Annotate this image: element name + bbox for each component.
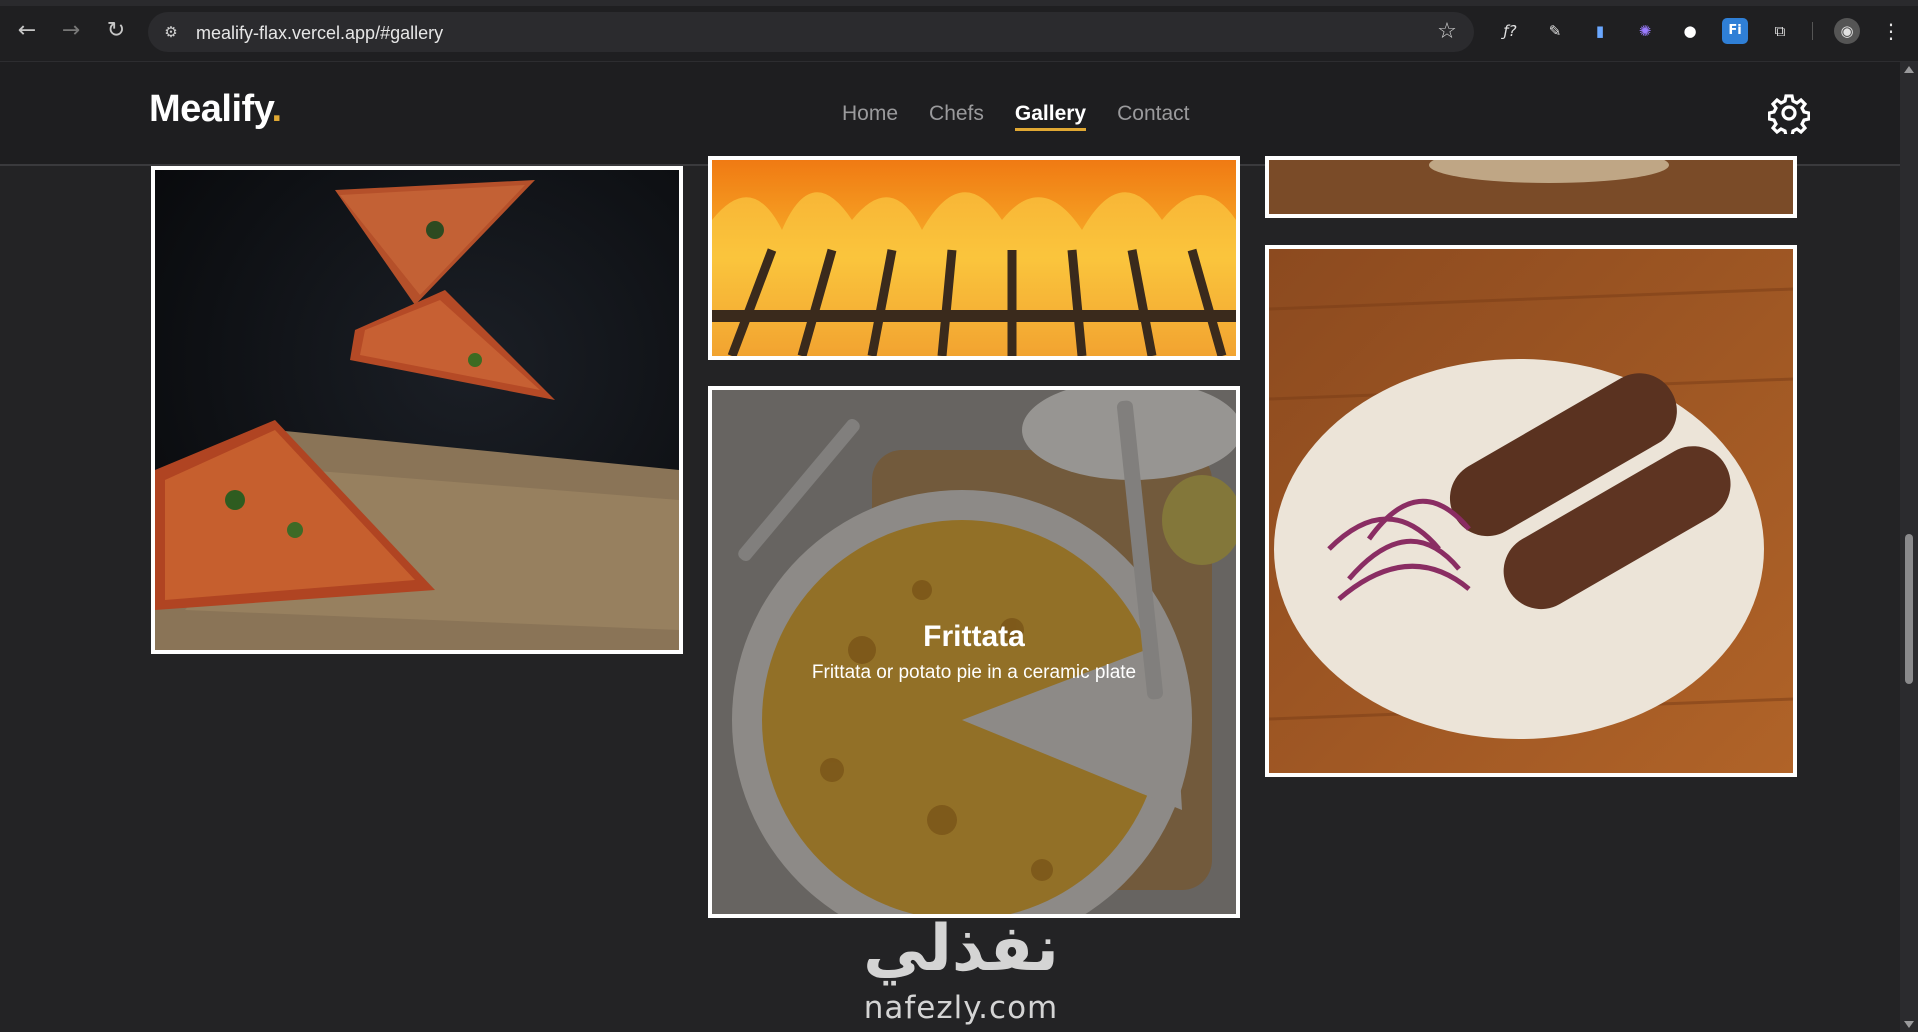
- circle-icon[interactable]: ●: [1677, 18, 1703, 44]
- scroll-down-icon[interactable]: [1904, 1021, 1914, 1028]
- tab-strip: [0, 0, 1918, 6]
- extensions-icon[interactable]: ⧉: [1767, 18, 1793, 44]
- nav-contact[interactable]: Contact: [1117, 102, 1189, 131]
- eyedropper-icon[interactable]: ✎: [1542, 18, 1568, 44]
- browser-chrome: ← → ↻ ⚙ mealify-flax.vercel.app/#gallery…: [0, 0, 1918, 62]
- nav-home[interactable]: Home: [842, 102, 898, 131]
- nav-chefs[interactable]: Chefs: [929, 102, 984, 131]
- caption-description: Frittata or potato pie in a ceramic plat…: [811, 662, 1137, 683]
- grill-image: [712, 160, 1236, 356]
- back-icon[interactable]: ←: [12, 16, 42, 46]
- toolbar-divider: [1812, 22, 1813, 40]
- profile-avatar[interactable]: ◉: [1834, 18, 1860, 44]
- forward-icon[interactable]: →: [56, 16, 86, 46]
- gear-icon[interactable]: [1768, 92, 1810, 134]
- bread-image: [1269, 160, 1793, 214]
- url-text[interactable]: mealify-flax.vercel.app/#gallery: [196, 23, 443, 44]
- main-nav: Home Chefs Gallery Contact: [842, 102, 1189, 131]
- watermark-arabic: نفذلي: [863, 912, 1059, 986]
- watermark-latin: nafezly.com: [863, 990, 1059, 1026]
- frittata-caption: Frittata Frittata or potato pie in a cer…: [712, 390, 1236, 914]
- bookmark-star-icon[interactable]: ☆: [1434, 19, 1460, 45]
- kebab-image: [1269, 249, 1793, 773]
- scrollbar[interactable]: [1900, 62, 1918, 1032]
- logo-dot: .: [271, 88, 283, 130]
- gallery-item-frittata[interactable]: Frittata Frittata or potato pie in a cer…: [708, 386, 1240, 918]
- site-header: Mealify. Home Chefs Gallery Contact: [0, 62, 1900, 166]
- caption-title: Frittata: [923, 620, 1025, 653]
- logo-text: Mealify: [149, 88, 272, 130]
- document-icon[interactable]: ▮: [1587, 18, 1613, 44]
- logo[interactable]: Mealify.: [149, 88, 282, 131]
- fi-icon[interactable]: Fi: [1722, 18, 1748, 44]
- address-bar[interactable]: ⚙ mealify-flax.vercel.app/#gallery ☆: [148, 12, 1474, 52]
- reload-icon[interactable]: ↻: [101, 16, 131, 46]
- puzzle-gear-icon[interactable]: ✺: [1632, 18, 1658, 44]
- nav-gallery[interactable]: Gallery: [1014, 102, 1087, 131]
- gallery-item-pizza[interactable]: [151, 166, 683, 654]
- site-settings-icon[interactable]: ⚙: [160, 21, 182, 43]
- scrollbar-thumb[interactable]: [1905, 534, 1913, 684]
- gallery-item-kebab[interactable]: [1265, 245, 1797, 777]
- menu-icon[interactable]: ⋮: [1878, 18, 1904, 44]
- pizza-image: [155, 170, 679, 650]
- gallery-item-bread[interactable]: [1265, 156, 1797, 218]
- scroll-up-icon[interactable]: [1904, 66, 1914, 73]
- gallery-item-grill[interactable]: [708, 156, 1240, 360]
- fx-icon[interactable]: ƒ?: [1497, 18, 1523, 44]
